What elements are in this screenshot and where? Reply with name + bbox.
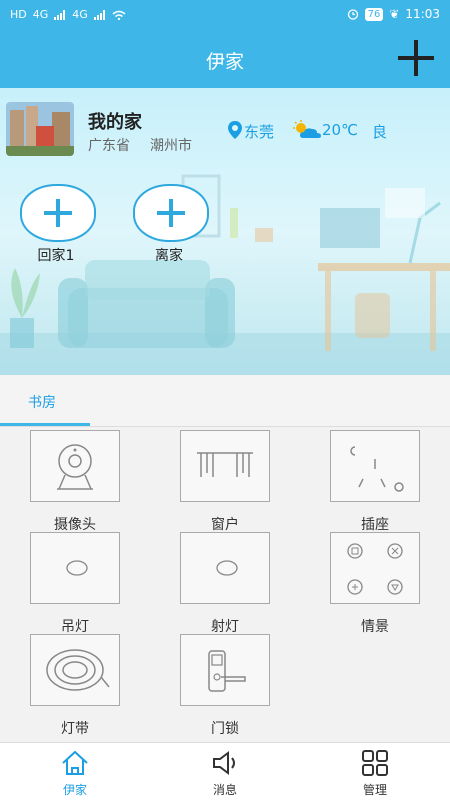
light-strip-icon xyxy=(46,649,110,691)
device-camera[interactable]: 摄像头 xyxy=(30,430,120,533)
scene-panel-icon xyxy=(347,543,403,595)
light-switch-icon xyxy=(66,560,88,576)
bottom-nav: 伊家 消息 管理 xyxy=(0,742,450,801)
device-tile[interactable] xyxy=(330,532,420,604)
partly-cloudy-icon xyxy=(293,120,321,138)
light-switch-icon xyxy=(216,560,238,576)
device-label: 插座 xyxy=(361,517,389,533)
scene-button-leave-home[interactable] xyxy=(133,184,209,242)
device-label: 射灯 xyxy=(211,619,239,635)
scene-label-leave-home: 离家 xyxy=(155,248,183,264)
air-quality: 良 xyxy=(372,123,388,141)
device-tile[interactable] xyxy=(330,430,420,502)
location-pin-icon xyxy=(228,121,242,139)
nav-item-messages[interactable]: 消息 xyxy=(180,743,270,801)
home-hero: 我的家 广东省 潮州市 东莞 20℃ 良 回家1 离家 xyxy=(0,88,450,375)
app-header: 伊家 xyxy=(0,30,450,88)
device-tile[interactable] xyxy=(30,634,120,706)
alarm-icon xyxy=(347,9,358,20)
device-tile[interactable] xyxy=(180,532,270,604)
device-spotlight[interactable]: 射灯 xyxy=(180,532,270,635)
clock: 11:03 xyxy=(405,7,440,21)
nav-label: 伊家 xyxy=(62,783,87,797)
curtain-icon xyxy=(197,452,253,477)
plus-icon xyxy=(157,199,185,227)
scene-button-go-home[interactable] xyxy=(20,184,96,242)
device-label: 窗户 xyxy=(211,517,239,533)
temperature: 20℃ xyxy=(322,121,358,139)
add-icon[interactable] xyxy=(396,38,436,78)
scene-label-go-home: 回家1 xyxy=(37,248,75,264)
device-scene-panel[interactable]: 情景 xyxy=(330,532,420,635)
device-curtain[interactable]: 窗户 xyxy=(180,430,270,533)
tab-study-room[interactable]: 书房 xyxy=(28,392,56,412)
battery-level: 76 xyxy=(364,7,384,21)
page-title: 伊家 xyxy=(205,51,244,73)
socket-icon xyxy=(350,446,404,492)
device-label: 门锁 xyxy=(211,721,239,737)
location-city[interactable]: 东莞 xyxy=(244,121,274,142)
signal-indicator-2: 4G xyxy=(72,8,88,21)
tab-indicator xyxy=(0,423,90,426)
speaker-icon xyxy=(213,751,235,775)
device-tile[interactable] xyxy=(30,532,120,604)
signal-icon xyxy=(93,9,105,20)
nav-label: 管理 xyxy=(362,783,387,797)
status-indicators: HD 4G 4G xyxy=(10,8,126,21)
device-label: 吊灯 xyxy=(61,619,89,635)
device-chandelier[interactable]: 吊灯 xyxy=(30,532,120,635)
nav-label: 消息 xyxy=(212,783,237,797)
hd-indicator: HD xyxy=(10,8,27,21)
device-label: 灯带 xyxy=(61,721,89,737)
door-lock-icon xyxy=(208,650,246,692)
nav-item-manage[interactable]: 管理 xyxy=(330,743,420,801)
room-tabs: 书房 xyxy=(0,376,450,427)
home-photo[interactable] xyxy=(6,102,74,156)
home-province: 广东省 xyxy=(88,138,130,154)
nav-item-home[interactable]: 伊家 xyxy=(30,743,120,801)
device-label: 摄像头 xyxy=(54,517,96,533)
device-door-lock[interactable]: 门锁 xyxy=(180,634,270,737)
device-tile[interactable] xyxy=(30,430,120,502)
status-right: 76 ❦ 11:03 xyxy=(347,7,440,21)
plus-icon xyxy=(44,199,72,227)
wifi-icon xyxy=(112,10,126,20)
home-name[interactable]: 我的家 xyxy=(88,108,142,134)
device-label: 情景 xyxy=(361,619,389,635)
signal-indicator-1: 4G xyxy=(32,8,49,21)
device-tile[interactable] xyxy=(180,430,270,502)
home-city: 潮州市 xyxy=(150,138,192,154)
device-socket[interactable]: 插座 xyxy=(330,430,420,533)
device-light-strip[interactable]: 灯带 xyxy=(30,634,120,737)
camera-icon xyxy=(57,444,93,490)
leaf-icon: ❦ xyxy=(389,7,400,21)
grid-icon xyxy=(362,750,388,776)
status-bar: HD 4G 4G 76 ❦ 11:03 xyxy=(0,0,450,30)
signal-icon xyxy=(54,9,66,20)
home-icon xyxy=(62,750,88,775)
device-tile[interactable] xyxy=(180,634,270,706)
